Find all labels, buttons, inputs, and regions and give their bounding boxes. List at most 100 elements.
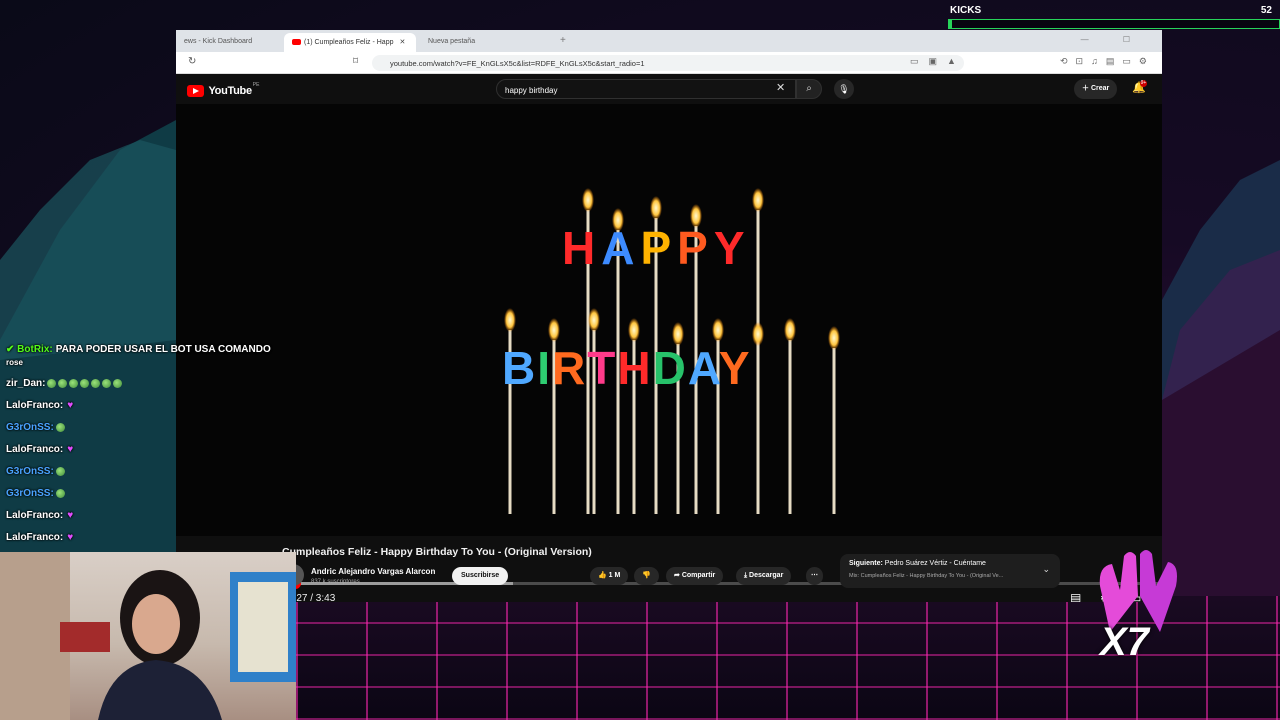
chat-username[interactable]: G3rOnSS: <box>6 466 54 477</box>
chat-message: ✔ BotRix: PARA PODER USAR EL BOT USA COMA… <box>6 344 271 355</box>
close-tab-icon[interactable]: ✕ <box>399 39 405 46</box>
subscribe-button[interactable]: Suscribirse <box>452 567 509 585</box>
thumbs-down-icon: 👎 <box>642 572 651 579</box>
next-up-title: Siguiente: Pedro Suárez Vértiz - Cuéntam… <box>849 560 986 567</box>
chat-username[interactable]: BotRix: <box>17 344 53 355</box>
voice-search-button[interactable]: 🎙 <box>834 79 854 99</box>
chat-username[interactable]: LaloFranco: <box>6 532 63 543</box>
plus-icon: ＋ <box>1082 85 1091 92</box>
chat-username[interactable]: LaloFranco: <box>6 400 63 411</box>
search-input[interactable] <box>505 83 755 97</box>
region-code: PE <box>252 82 260 88</box>
like-button[interactable]: 👍 1 M <box>590 567 629 585</box>
candle-flame <box>588 308 600 332</box>
multiplier-badge: X7 <box>1100 620 1149 664</box>
youtube-logo[interactable]: YouTubePE <box>187 82 260 97</box>
chat-message: LaloFranco: ♥ <box>6 444 73 455</box>
chat-username[interactable]: G3rOnSS: <box>6 422 54 433</box>
chevron-down-icon[interactable]: ⌄ <box>1042 564 1050 575</box>
next-label: Siguiente: <box>849 560 883 567</box>
youtube-header: YouTubePE ✕ ⌕ 🎙 ＋ Crear 🔔 9+ <box>176 74 1162 104</box>
candle-flame <box>504 308 516 332</box>
search-box <box>496 79 796 99</box>
youtube-favicon-icon <box>292 39 301 46</box>
kicks-label: KICKS <box>950 5 982 16</box>
youtube-wordmark: YouTube <box>208 84 252 97</box>
candle-stick <box>788 340 792 514</box>
search-button[interactable]: ⌕ <box>796 79 822 99</box>
chat-text: PARA PODER USAR EL BOT USA COMANDO <box>55 344 271 355</box>
chat-message: LaloFranco: ♥ <box>6 532 73 543</box>
url-field[interactable]: youtube.com/watch?v=FE_KnGLsX5c&list=RDF… <box>372 55 964 71</box>
pepe-emote-icon <box>58 378 68 388</box>
share-label: Compartir <box>681 572 716 579</box>
pepe-emote-icon <box>80 378 90 388</box>
heart-emote-icon: ♥ <box>67 532 74 543</box>
clear-search-icon[interactable]: ✕ <box>776 81 785 94</box>
address-bar: ↻ ⌑ youtube.com/watch?v=FE_KnGLsX5c&list… <box>176 52 1162 74</box>
toolbar-icons[interactable]: ⟲⊡♫▤▭⚙ <box>1060 56 1155 67</box>
streamer-webcam-image <box>0 552 296 720</box>
share-button[interactable]: ➦ Compartir <box>666 567 724 585</box>
candle-flame <box>828 326 840 350</box>
more-actions-button[interactable]: ⋯ <box>806 567 823 585</box>
webcam-feed <box>0 552 296 720</box>
next-up-panel[interactable]: Siguiente: Pedro Suárez Vértiz - Cuéntam… <box>840 554 1060 588</box>
candle-stick <box>756 344 760 514</box>
tab-new[interactable]: Nueva pestaña <box>420 33 550 52</box>
candle-flame <box>784 318 796 342</box>
candle-flame <box>752 322 764 346</box>
chat-username[interactable]: LaloFranco: <box>6 510 63 521</box>
dislike-button[interactable]: 👎 <box>634 567 659 585</box>
tab-youtube[interactable]: (1) Cumpleaños Feliz - Happ ✕ <box>284 33 416 52</box>
kicks-progress-track <box>948 19 1280 29</box>
video-player[interactable]: HAPPY BIRTHDAY ◂ ❚❚ ▸❘ 🔊 0:27 / 3:43 ▤ ⚙… <box>176 104 1162 602</box>
thumbs-up-icon: 👍 <box>598 572 609 579</box>
bookmark-icon[interactable]: ⌑ <box>353 56 358 67</box>
subscriber-count: 837 k suscriptores <box>311 579 360 585</box>
chat-username[interactable]: G3rOnSS: <box>6 488 54 499</box>
share-icon: ➦ <box>674 572 682 579</box>
birthday-candles-image: HAPPY BIRTHDAY <box>502 188 840 514</box>
search-icon: ⌕ <box>806 83 812 94</box>
create-button[interactable]: ＋ Crear <box>1074 79 1118 99</box>
stream-chat: ✔ BotRix: PARA PODER USAR EL BOT USA COMA… <box>0 340 296 552</box>
tab-bar: ews - Kick Dashboard (1) Cumpleaños Feli… <box>176 30 1162 52</box>
pepe-emote-icon <box>55 488 65 498</box>
pepe-emote-icon <box>47 378 57 388</box>
tab-kick-dashboard[interactable]: ews - Kick Dashboard <box>176 33 276 52</box>
create-label: Crear <box>1090 85 1110 92</box>
candle-flame <box>752 188 764 212</box>
more-icon: ⋯ <box>811 572 818 579</box>
channel-name[interactable]: Andric Alejandro Vargas Alarcon <box>311 567 435 576</box>
microphone-icon: 🎙 <box>838 84 850 94</box>
next-up-mix: Mix: Cumpleaños Feliz - Happy Birthday T… <box>849 573 1004 579</box>
heart-emote-icon: ♥ <box>67 400 74 411</box>
pepe-emote-icon <box>91 378 101 388</box>
video-title: Cumpleaños Feliz - Happy Birthday To You… <box>282 546 592 558</box>
bot-badge-icon: ✔ <box>6 344 18 355</box>
extension-icons[interactable]: ▭▣▲ <box>910 56 966 67</box>
download-label: Descargar <box>749 572 784 579</box>
subtitles-icon[interactable]: ▤ <box>1070 591 1081 602</box>
new-tab-icon[interactable]: + <box>560 35 566 46</box>
heart-emote-icon: ♥ <box>67 510 74 521</box>
chat-message: G3rOnSS: <box>6 488 65 499</box>
kicks-progress-fill <box>949 20 953 28</box>
chat-message: LaloFranco: ♥ <box>6 510 73 521</box>
download-button[interactable]: ⤓ Descargar <box>736 567 792 585</box>
chat-username[interactable]: LaloFranco: <box>6 444 63 455</box>
tab-label: ews - Kick Dashboard <box>184 38 253 45</box>
tab-label: (1) Cumpleaños Feliz - Happ <box>304 39 394 46</box>
reload-icon[interactable]: ↻ <box>188 56 196 67</box>
candle-stick <box>832 348 836 514</box>
pepe-emote-icon <box>102 378 112 388</box>
browser-window: ews - Kick Dashboard (1) Cumpleaños Feli… <box>176 30 1162 602</box>
youtube-play-icon <box>187 84 204 97</box>
window-controls[interactable]: — ☐ <box>1081 35 1146 44</box>
chat-username[interactable]: zir_Dan: <box>6 378 45 389</box>
candle-flame <box>548 318 560 342</box>
candle-flame <box>628 318 640 342</box>
tab-label: Nueva pestaña <box>428 38 476 45</box>
pepe-emote-icon <box>55 422 65 432</box>
